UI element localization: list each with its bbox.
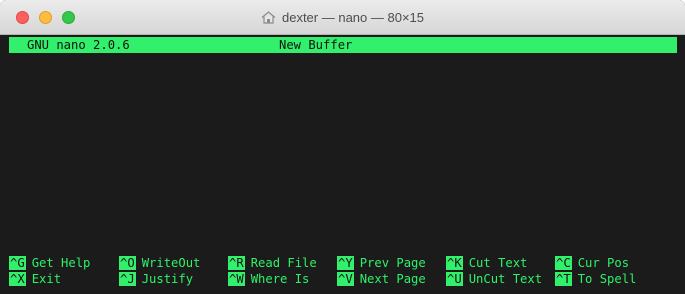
shortcut-writeout[interactable]: ^O WriteOut [119, 255, 200, 271]
shortcut-key: ^J [119, 272, 136, 286]
nano-version: GNU nano 2.0.6 [27, 38, 130, 52]
shortcut-next-page[interactable]: ^V Next Page [337, 271, 426, 287]
shortcut-cur-pos[interactable]: ^C Cur Pos [555, 255, 629, 271]
shortcut-key: ^G [9, 256, 26, 270]
shortcut-label: WriteOut [141, 256, 201, 270]
shortcut-key: ^Y [337, 256, 354, 270]
shortcut-cut-text[interactable]: ^K Cut Text [446, 255, 527, 271]
shortcut-key: ^V [337, 272, 354, 286]
shortcut-key: ^U [446, 272, 463, 286]
shortcut-label: UnCut Text [468, 272, 543, 286]
shortcut-to-spell[interactable]: ^T To Spell [555, 271, 636, 287]
shortcut-label: Prev Page [359, 256, 426, 270]
shortcut-label: Cut Text [468, 256, 528, 270]
terminal-window: dexter — nano — 80×15 GNU nano 2.0.6 New… [0, 0, 685, 294]
shortcut-key: ^C [555, 256, 572, 270]
shortcut-key: ^R [228, 256, 245, 270]
nano-title-bar: GNU nano 2.0.6 New Buffer [9, 37, 677, 53]
shortcut-label: Get Help [31, 256, 91, 270]
shortcut-label: Read File [250, 256, 317, 270]
window-title: dexter — nano — 80×15 [281, 10, 424, 25]
shortcut-row: ^G Get Help ^O WriteOut ^R Read File ^Y Prev… [9, 255, 677, 271]
shortcut-row: ^X Exit ^J Justify ^W Where Is ^V Next Page … [9, 271, 677, 287]
shortcut-justify[interactable]: ^J Justify [119, 271, 193, 287]
title-bar[interactable]: dexter — nano — 80×15 [0, 0, 685, 35]
shortcut-where-is[interactable]: ^W Where Is [228, 271, 309, 287]
shortcut-bar: ^G Get Help ^O WriteOut ^R Read File ^Y Prev… [9, 255, 677, 287]
shortcut-label: Justify [141, 272, 194, 286]
shortcut-exit[interactable]: ^X Exit [9, 271, 61, 287]
shortcut-key: ^X [9, 272, 26, 286]
window-title-container: dexter — nano — 80×15 [0, 0, 685, 35]
buffer-name: New Buffer [279, 38, 353, 52]
terminal-content[interactable]: GNU nano 2.0.6 New Buffer ^G Get Help ^O W… [0, 35, 685, 294]
shortcut-label: To Spell [577, 272, 637, 286]
home-icon [261, 11, 276, 24]
shortcut-read-file[interactable]: ^R Read File [228, 255, 317, 271]
shortcut-key: ^T [555, 272, 572, 286]
shortcut-key: ^K [446, 256, 463, 270]
shortcut-key: ^W [228, 272, 245, 286]
shortcut-uncut-text[interactable]: ^U UnCut Text [446, 271, 542, 287]
shortcut-label: Where Is [250, 272, 310, 286]
shortcut-prev-page[interactable]: ^Y Prev Page [337, 255, 426, 271]
shortcut-label: Next Page [359, 272, 426, 286]
shortcut-label: Cur Pos [577, 256, 630, 270]
shortcut-key: ^O [119, 256, 136, 270]
shortcut-get-help[interactable]: ^G Get Help [9, 255, 90, 271]
shortcut-label: Exit [31, 272, 62, 286]
